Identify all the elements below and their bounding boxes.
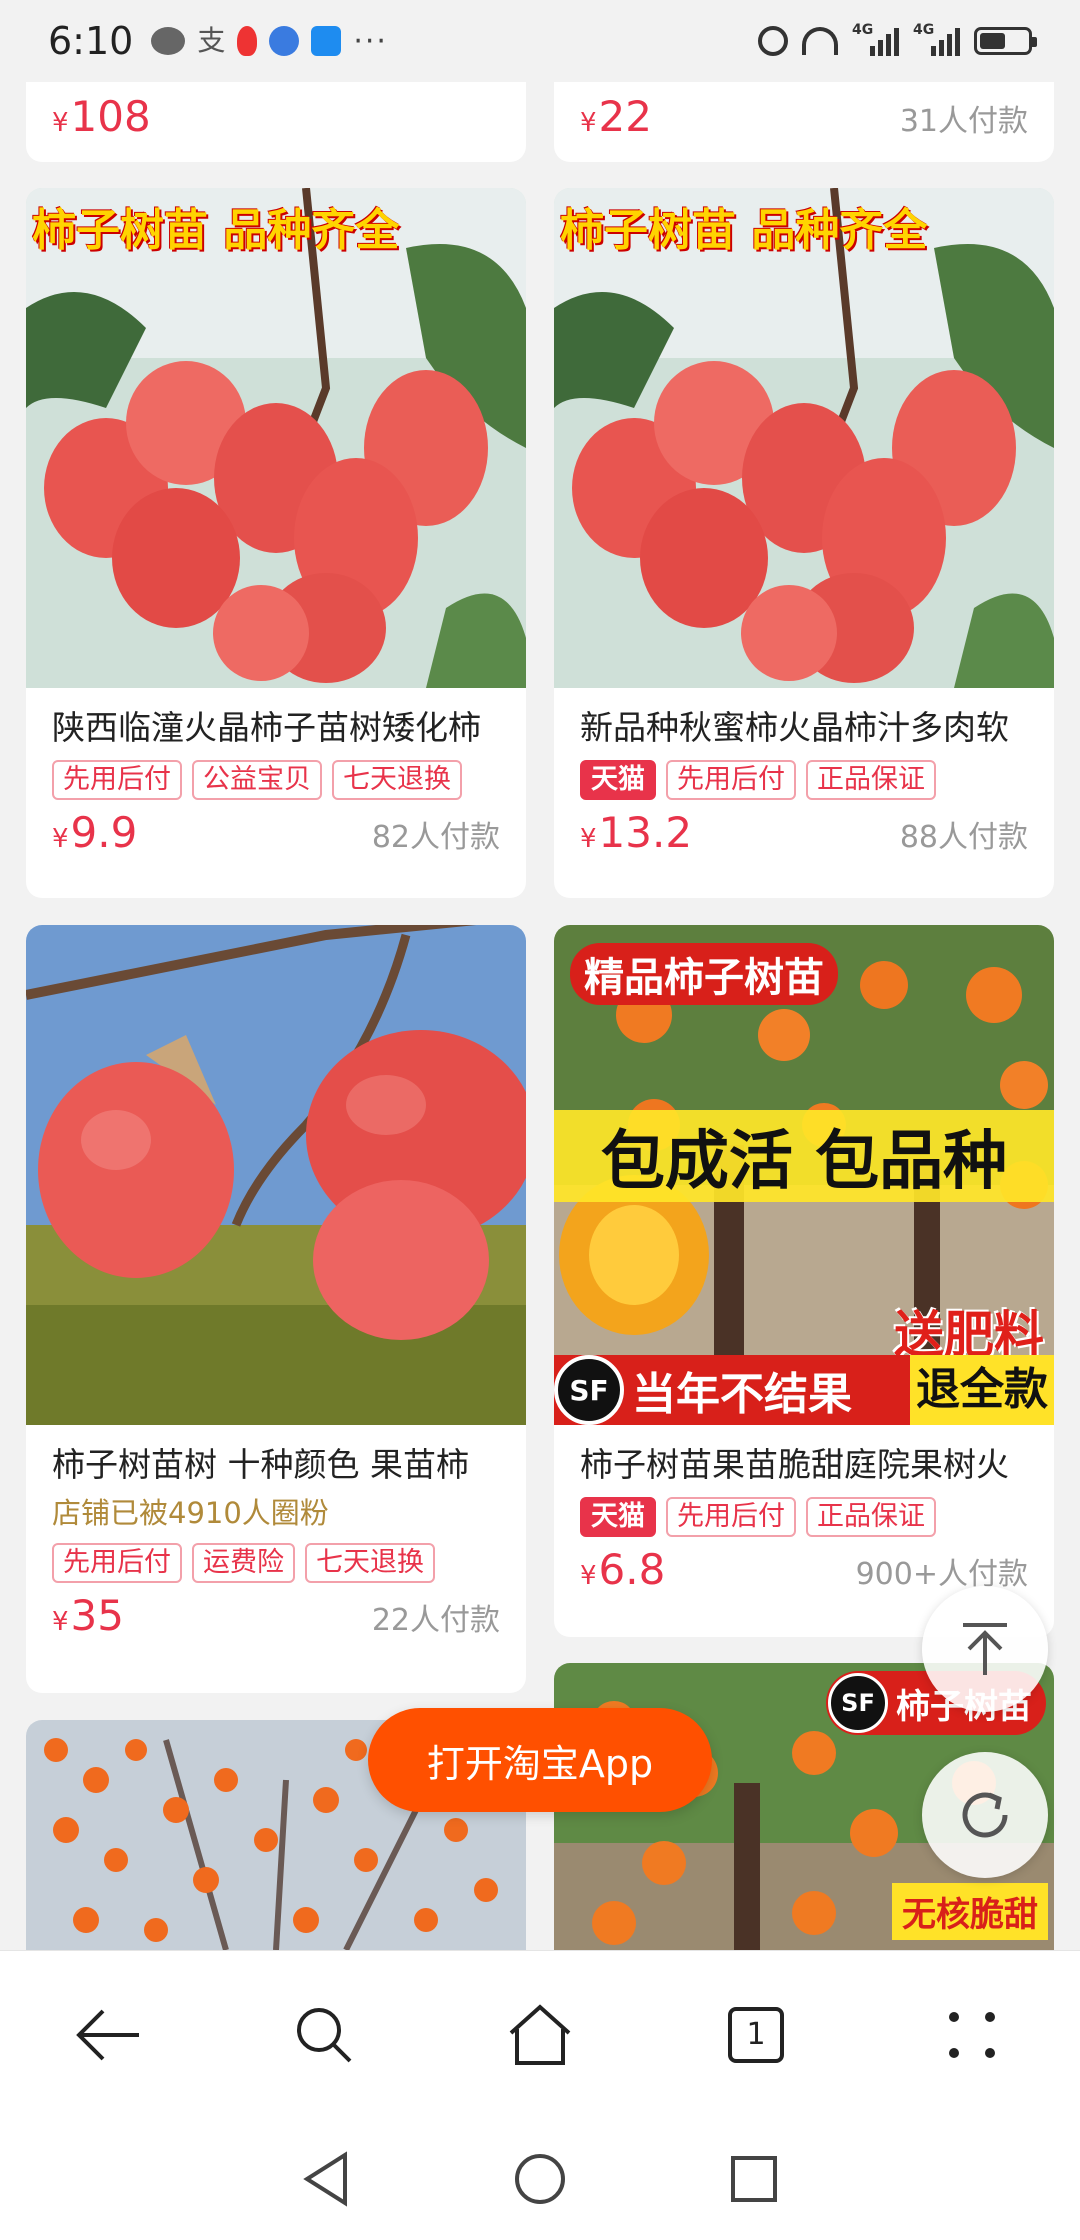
tag-tmall: 天猫 <box>580 760 656 800</box>
arrow-up-icon <box>963 1623 1007 1675</box>
product-card[interactable]: 柿子树苗 品种齐全 新品种秋蜜柿火晶柿汁多肉软 天猫 先用后付 正品保证 ¥13… <box>554 188 1054 898</box>
tag-authentic: 正品保证 <box>806 760 936 800</box>
product-price: ¥9.9 <box>52 808 138 857</box>
network-type-2: 4G <box>913 22 935 38</box>
sold-count: 31人付款 <box>899 104 1028 139</box>
status-bar: 6:10 支 ··· 4G 4G <box>0 0 1080 82</box>
tag-shipping-insurance: 运费险 <box>192 1543 295 1583</box>
system-status: 4G 4G <box>758 22 1037 56</box>
product-card[interactable]: 柿子树苗 品种齐全 陕西临潼火晶柿子苗树矮化柿 先用后付 公益宝贝 七天退换 ¥… <box>26 188 526 898</box>
home-icon <box>509 2003 571 2065</box>
tabs-button[interactable]: 1 <box>711 1990 801 2080</box>
product-price: ¥22 <box>580 92 652 141</box>
product-tags: 先用后付 运费险 七天退换 <box>26 1533 526 1583</box>
browser-toolbar: 1 <box>0 1950 1080 2118</box>
banner-bottom: SF 当年不结果 退全款 <box>554 1355 1054 1425</box>
product-price: ¥6.8 <box>580 1545 666 1594</box>
tag-return: 七天退换 <box>305 1543 435 1583</box>
shop-followers: 店铺已被4910人圈粉 <box>52 1496 329 1530</box>
tag-return: 七天退换 <box>332 760 462 800</box>
product-title: 新品种秋蜜柿火晶柿汁多肉软 <box>580 708 1009 747</box>
system-back-icon[interactable] <box>301 2151 351 2207</box>
wechat-icon <box>151 27 186 55</box>
sold-count: 900+人付款 <box>855 1557 1028 1592</box>
product-card[interactable]: 柿子树苗树 十种颜色 果苗柿 店铺已被4910人圈粉 先用后付 运费险 七天退换… <box>26 925 526 1693</box>
arrow-left-icon <box>76 2009 139 2060</box>
tag-pay-later: 先用后付 <box>666 760 796 800</box>
tag-tmall: 天猫 <box>580 1497 656 1537</box>
back-button[interactable] <box>63 1990 153 2080</box>
product-card-partial-left[interactable]: ¥108 <box>26 82 526 162</box>
product-tags: 天猫 先用后付 正品保证 <box>554 750 1054 800</box>
tag-pay-later: 先用后付 <box>666 1497 796 1537</box>
wifi-icon <box>802 27 838 55</box>
network-type: 4G <box>852 22 874 38</box>
product-image: 精品柿子树苗 包成活 包品种 送肥料 SF 当年不结果 退全款 <box>554 925 1054 1425</box>
sf-logo: SF <box>554 1355 624 1425</box>
image-banner-text: 柿子树苗 品种齐全 <box>560 205 928 256</box>
sold-count: 88人付款 <box>899 820 1028 855</box>
app-notification-icon <box>237 26 258 56</box>
notification-icons: 支 ··· <box>151 24 388 59</box>
tag-pay-later: 先用后付 <box>52 760 182 800</box>
banner-bottom: 无核脆甜 <box>892 1883 1048 1940</box>
home-button[interactable] <box>495 1990 585 2080</box>
product-title: 柿子树苗树 十种颜色 果苗柿 <box>52 1445 469 1484</box>
tabs-count: 1 <box>746 2017 766 2052</box>
signal-icon-2: 4G <box>913 22 960 56</box>
product-image: 柿子树苗 品种齐全 <box>554 188 1054 688</box>
tag-authentic: 正品保证 <box>806 1497 936 1537</box>
refresh-button[interactable] <box>922 1752 1048 1878</box>
alipay-icon: 支 <box>197 24 226 57</box>
sf-logo: SF <box>828 1673 888 1733</box>
product-card-partial-right[interactable]: ¥22 31人付款 <box>554 82 1054 162</box>
product-tags: 天猫 先用后付 正品保证 <box>554 1487 1054 1537</box>
status-time: 6:10 <box>48 19 134 63</box>
product-price: ¥108 <box>52 92 151 141</box>
search-button[interactable] <box>279 1990 369 2080</box>
system-home-icon[interactable] <box>512 2151 568 2207</box>
alarm-icon <box>758 26 788 56</box>
system-recents-icon[interactable] <box>729 2154 779 2204</box>
browser-icon <box>269 26 300 56</box>
product-title: 柿子树苗果苗脆甜庭院果树火 <box>580 1445 1009 1484</box>
menu-dots-icon <box>949 2011 995 2058</box>
image-banner-text: 柿子树苗 品种齐全 <box>32 205 400 256</box>
product-card[interactable]: 精品柿子树苗 包成活 包品种 送肥料 SF 当年不结果 退全款 柿子树苗果苗脆甜… <box>554 925 1054 1637</box>
product-price: ¥13.2 <box>580 808 693 857</box>
tabs-icon: 1 <box>728 2006 784 2063</box>
banner-top: 精品柿子树苗 <box>570 943 838 1005</box>
tag-pay-later: 先用后付 <box>52 1543 182 1583</box>
product-price: ¥35 <box>52 1591 124 1640</box>
back-to-top-button[interactable] <box>922 1586 1048 1712</box>
open-taobao-app-button[interactable]: 打开淘宝App <box>368 1708 712 1812</box>
more-notifications-icon: ··· <box>353 23 388 59</box>
banner-mid: 包成活 包品种 <box>554 1110 1054 1202</box>
signal-icon: 4G <box>852 22 899 56</box>
sold-count: 22人付款 <box>371 1603 500 1638</box>
search-icon <box>297 2007 352 2062</box>
menu-button[interactable] <box>927 1990 1017 2080</box>
refresh-icon <box>962 1792 1008 1838</box>
calendar-icon <box>311 26 342 56</box>
product-tags: 先用后付 公益宝贝 七天退换 <box>26 750 526 800</box>
system-navigation-bar <box>0 2118 1080 2240</box>
product-image <box>26 925 526 1425</box>
battery-icon <box>974 27 1037 55</box>
product-image: 柿子树苗 品种齐全 <box>26 188 526 688</box>
product-title: 陕西临潼火晶柿子苗树矮化柿 <box>52 708 481 747</box>
tag-charity: 公益宝贝 <box>192 760 322 800</box>
sold-count: 82人付款 <box>371 820 500 855</box>
